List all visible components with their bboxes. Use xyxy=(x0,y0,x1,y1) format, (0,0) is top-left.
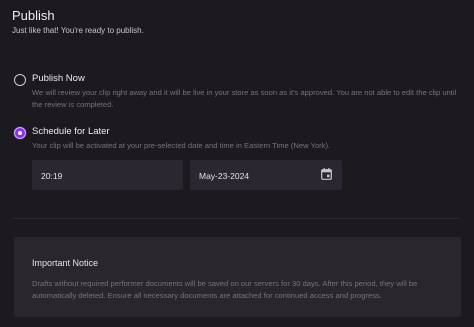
calendar-icon[interactable] xyxy=(321,168,332,180)
schedule-later-description: Your clip will be activated at your pre-… xyxy=(32,141,331,150)
publish-panel: Publish Just like that! You're ready to … xyxy=(0,0,474,327)
publish-now-label[interactable]: Publish Now xyxy=(32,73,85,84)
section-divider xyxy=(12,218,460,219)
page-subtitle: Just like that! You're ready to publish. xyxy=(12,26,144,35)
schedule-later-radio[interactable] xyxy=(14,127,26,139)
publish-now-description: We will review your clip right away and … xyxy=(32,88,457,109)
page-title: Publish xyxy=(12,8,55,23)
important-notice: Important Notice Drafts without required… xyxy=(14,237,461,317)
notice-body: Drafts without required performer docume… xyxy=(32,279,418,300)
notice-title: Important Notice xyxy=(32,258,99,268)
time-value: 20:19 xyxy=(41,171,63,181)
date-value: May-23-2024 xyxy=(199,171,250,181)
time-input[interactable]: 20:19 xyxy=(32,160,183,190)
date-input[interactable]: May-23-2024 xyxy=(190,160,342,190)
publish-now-radio[interactable] xyxy=(14,74,26,86)
schedule-later-label[interactable]: Schedule for Later xyxy=(32,126,110,137)
